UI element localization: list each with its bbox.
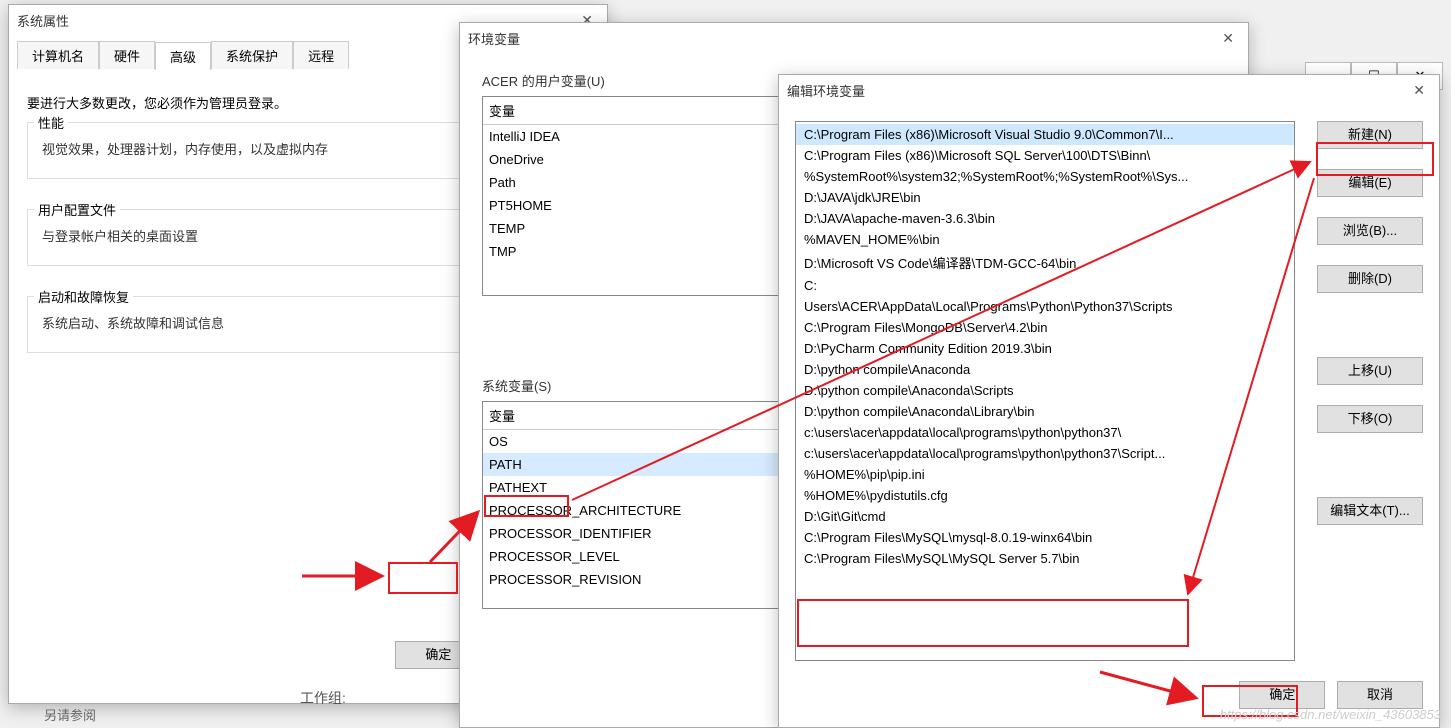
list-item[interactable]: D:\JAVA\jdk\JRE\bin (796, 187, 1294, 208)
list-item[interactable]: Users\ACER\AppData\Local\Programs\Python… (796, 296, 1294, 317)
edit-button[interactable]: 编辑(E) (1317, 169, 1423, 197)
move-down-button[interactable]: 下移(O) (1317, 405, 1423, 433)
list-item[interactable]: D:\JAVA\apache-maven-3.6.3\bin (796, 208, 1294, 229)
list-item[interactable]: D:\Microsoft VS Code\编译器\TDM-GCC-64\bin (796, 250, 1294, 275)
close-icon[interactable]: ✕ (1216, 28, 1240, 49)
list-item[interactable]: C:\Program Files (x86)\Microsoft SQL Ser… (796, 145, 1294, 166)
list-item[interactable]: %HOME%\pydistutils.cfg (796, 485, 1294, 506)
watermark-text: https://blog.csdn.net/weixin_43603853 (1220, 707, 1441, 722)
list-item[interactable]: D:\python compile\Anaconda\Scripts (796, 380, 1294, 401)
path-list[interactable]: C:\Program Files (x86)\Microsoft Visual … (795, 121, 1295, 661)
dialog-title: 环境变量 (468, 29, 520, 48)
list-item[interactable]: %SystemRoot%\system32;%SystemRoot%;%Syst… (796, 166, 1294, 187)
list-item[interactable]: C:\Program Files\MySQL\MySQL Server 5.7\… (796, 548, 1294, 569)
list-item[interactable]: C:\Program Files\MongoDB\Server\4.2\bin (796, 317, 1294, 338)
close-icon[interactable]: ✕ (1407, 80, 1431, 101)
list-item[interactable]: D:\python compile\Anaconda (796, 359, 1294, 380)
group-legend: 启动和故障恢复 (34, 287, 133, 306)
list-item[interactable]: %HOME%\pip\pip.ini (796, 464, 1294, 485)
list-item[interactable]: c:\users\acer\appdata\local\programs\pyt… (796, 422, 1294, 443)
dialog-title: 系统属性 (17, 11, 69, 30)
col-variable: 变量 (489, 409, 515, 424)
browse-button[interactable]: 浏览(B)... (1317, 217, 1423, 245)
footer-workgroup: 工作组: (300, 688, 346, 708)
group-legend: 性能 (34, 113, 68, 132)
tab-计算机名[interactable]: 计算机名 (17, 41, 99, 69)
tab-系统保护[interactable]: 系统保护 (211, 41, 293, 69)
tab-硬件[interactable]: 硬件 (99, 41, 155, 69)
list-item[interactable]: c:\users\acer\appdata\local\programs\pyt… (796, 443, 1294, 464)
group-legend: 用户配置文件 (34, 200, 120, 219)
col-variable: 变量 (489, 104, 515, 119)
move-up-button[interactable]: 上移(U) (1317, 357, 1423, 385)
titlebar[interactable]: 编辑环境变量 ✕ (779, 75, 1439, 105)
ok-button[interactable]: 确定 (1239, 681, 1325, 709)
list-item[interactable]: D:\Git\Git\cmd (796, 506, 1294, 527)
titlebar[interactable]: 环境变量 ✕ (460, 23, 1248, 53)
footer-see-also: 另请参阅 (44, 705, 96, 724)
tab-远程[interactable]: 远程 (293, 41, 349, 69)
delete-button[interactable]: 删除(D) (1317, 265, 1423, 293)
list-item[interactable]: C: (796, 275, 1294, 296)
list-item[interactable]: %MAVEN_HOME%\bin (796, 229, 1294, 250)
list-item[interactable]: D:\python compile\Anaconda\Library\bin (796, 401, 1294, 422)
new-button[interactable]: 新建(N) (1317, 121, 1423, 149)
edit-text-button[interactable]: 编辑文本(T)... (1317, 497, 1423, 525)
cancel-button[interactable]: 取消 (1337, 681, 1423, 709)
list-item[interactable]: D:\PyCharm Community Edition 2019.3\bin (796, 338, 1294, 359)
list-item[interactable]: C:\Program Files (x86)\Microsoft Visual … (796, 124, 1294, 145)
dialog-title: 编辑环境变量 (787, 81, 865, 100)
list-item[interactable]: C:\Program Files\MySQL\mysql-8.0.19-winx… (796, 527, 1294, 548)
tab-高级[interactable]: 高级 (155, 42, 211, 70)
edit-environment-variable-dialog: 编辑环境变量 ✕ C:\Program Files (x86)\Microsof… (778, 74, 1440, 728)
